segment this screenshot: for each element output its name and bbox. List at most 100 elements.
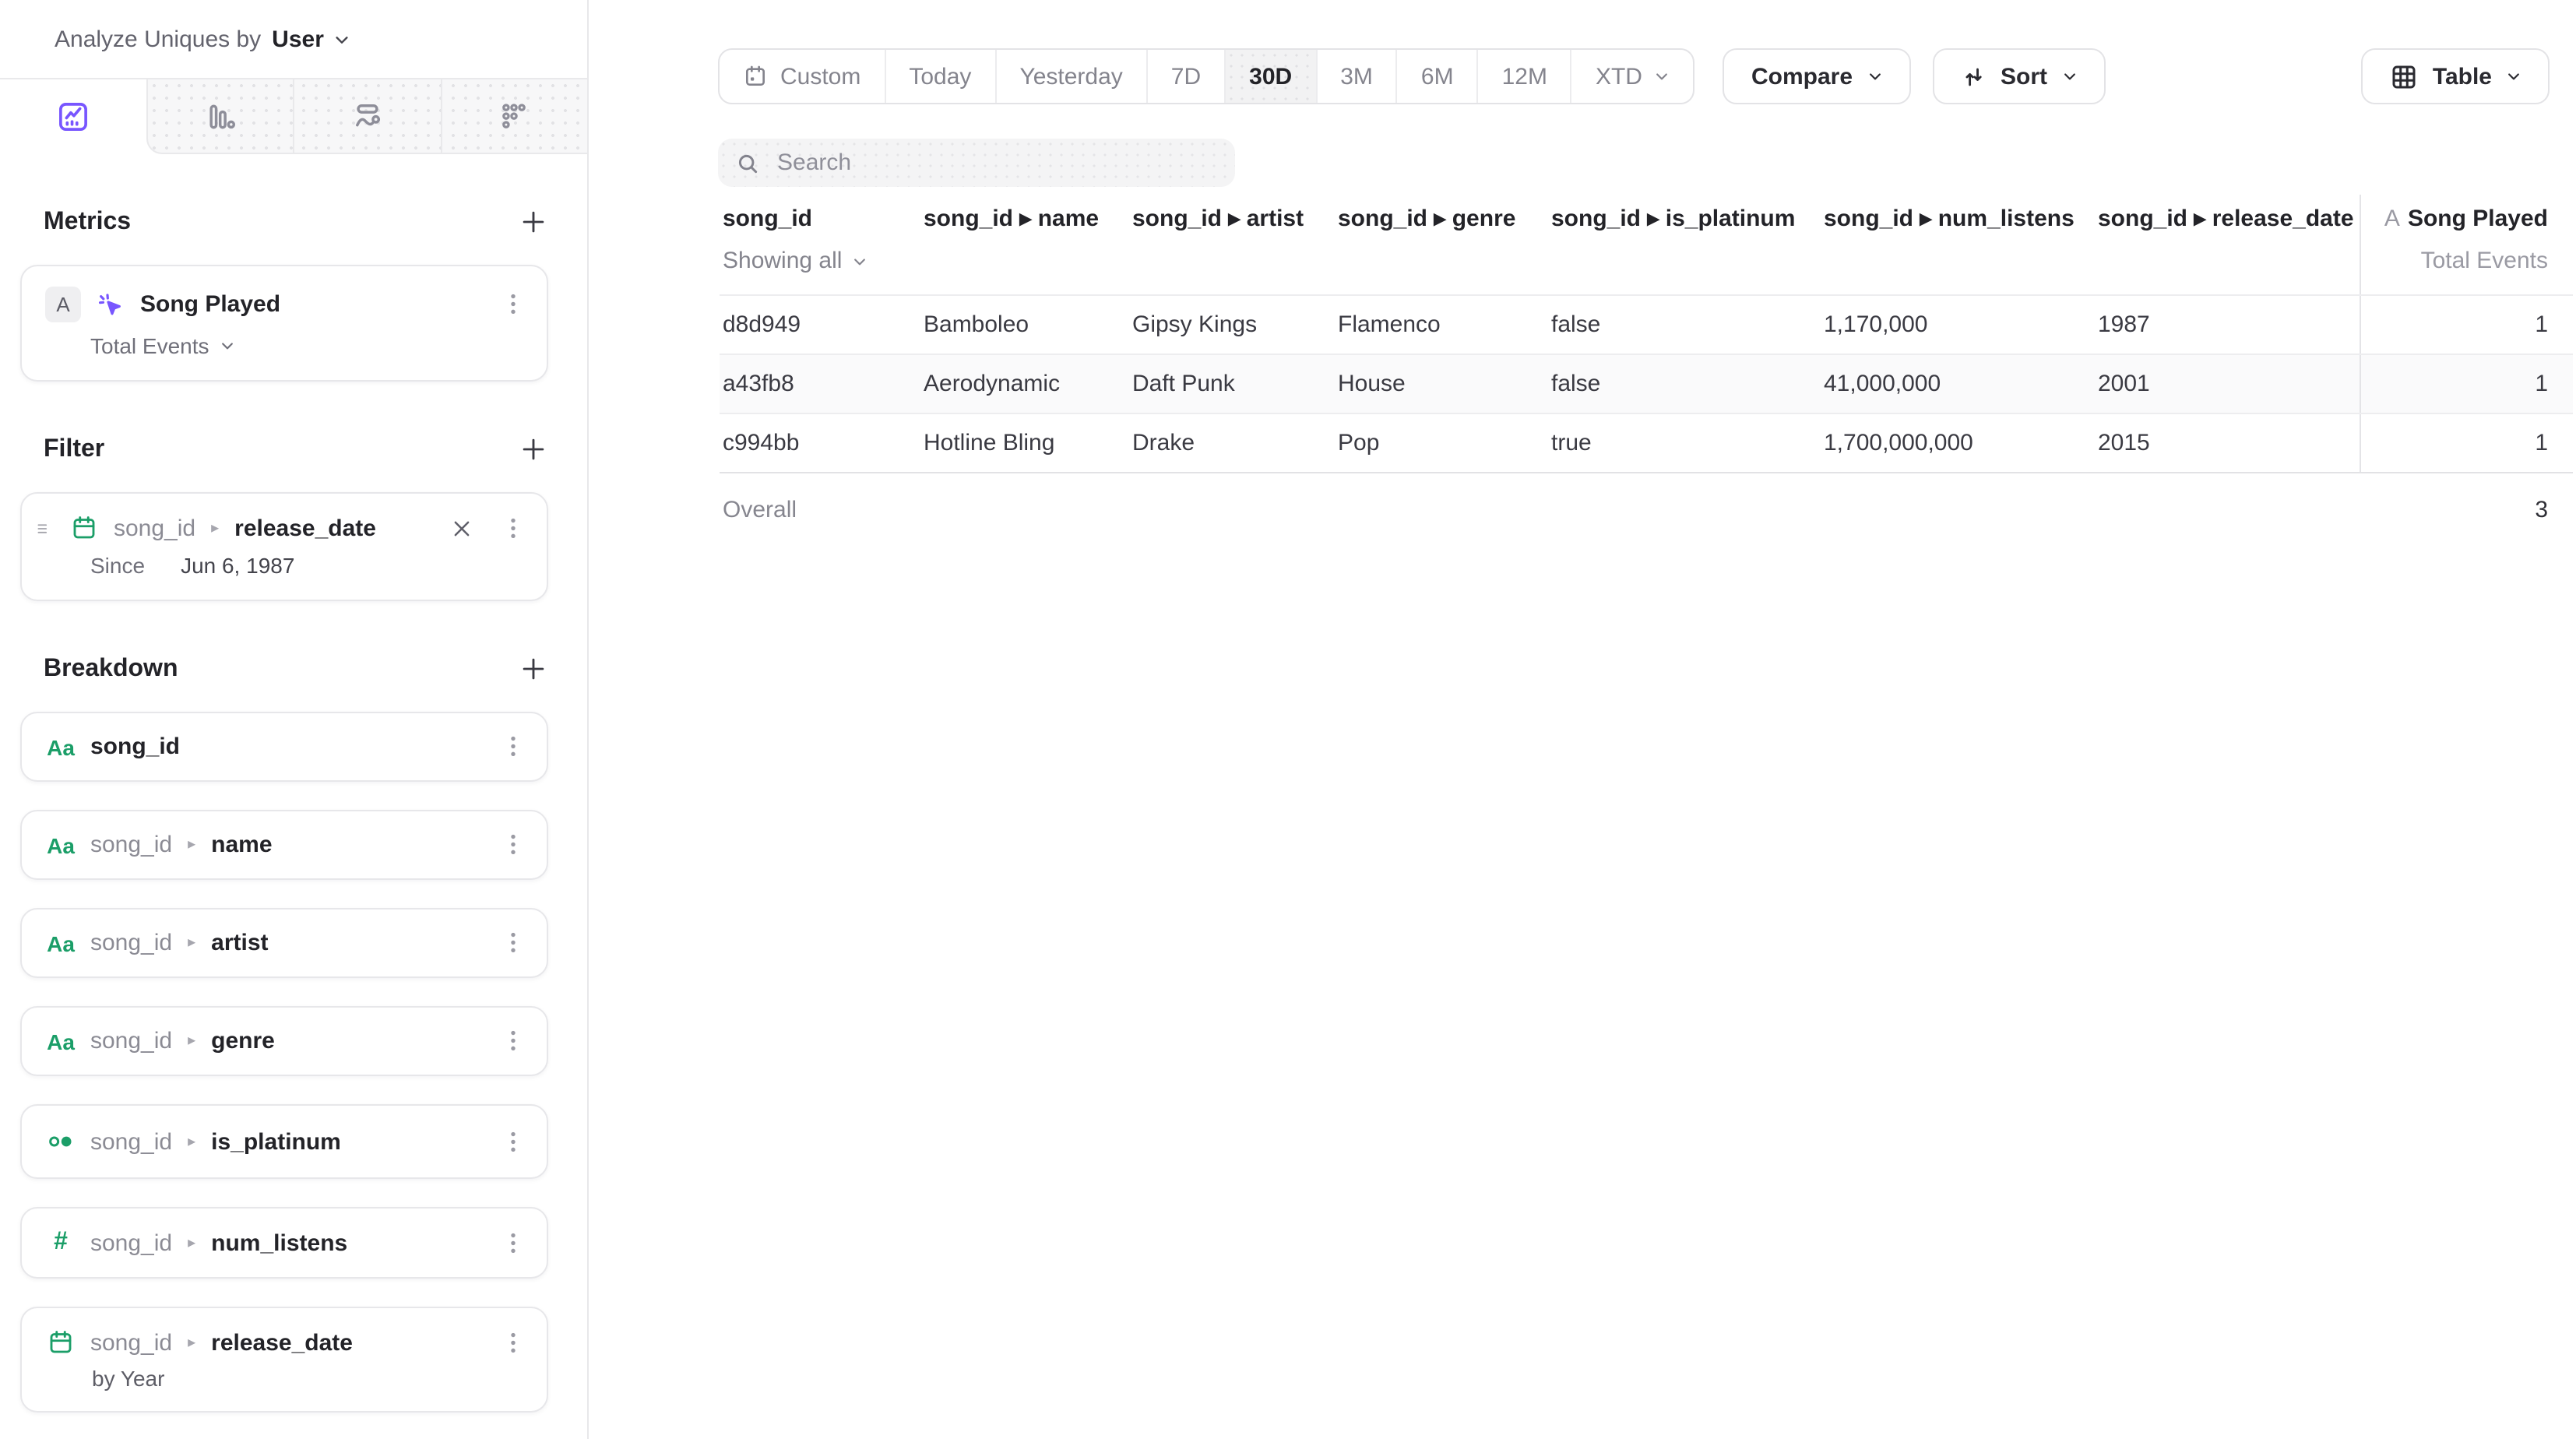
tab-bar-chart[interactable] <box>148 79 295 153</box>
aggregation-selector[interactable]: Total Events <box>22 322 547 380</box>
sort-label: Sort <box>2001 63 2047 90</box>
metric-event-name: Song Played <box>140 291 280 318</box>
breakdown-item-genre[interactable]: Aa song_id▸ genre <box>20 1006 548 1076</box>
range-custom[interactable]: Custom <box>720 50 885 103</box>
breakdown-item-num_listens[interactable]: # song_id▸ num_listens <box>20 1207 548 1279</box>
column-header[interactable]: song_id ▸ name <box>920 195 1129 294</box>
range-xtd[interactable]: XTD <box>1572 50 1694 103</box>
table-row[interactable]: c994bbHotline BlingDrakePoptrue1,700,000… <box>720 414 2573 473</box>
analysis-header: Analyze Uniques by User <box>0 0 587 78</box>
range-label: 12M <box>1502 63 1547 90</box>
filter-card[interactable]: song_id ▸ release_date Since Jun 6, 1987 <box>20 492 548 601</box>
breakdown-options-button[interactable] <box>500 832 526 858</box>
compare-button[interactable]: Compare <box>1723 48 1910 104</box>
breakdown-item-release_date[interactable]: song_id▸ release_date by Year <box>20 1307 548 1413</box>
filter-value[interactable]: Jun 6, 1987 <box>181 553 294 578</box>
metric-column-header[interactable]: ASong Played Total Events <box>2360 195 2573 294</box>
showing-all-dropdown[interactable]: Showing all <box>723 248 908 294</box>
column-header[interactable]: song_id Showing all <box>720 195 920 294</box>
breakdown-options-button[interactable] <box>500 1329 526 1356</box>
sort-button[interactable]: Sort <box>1932 48 2105 104</box>
view-label: Table <box>2433 63 2492 90</box>
range-yesterday[interactable]: Yesterday <box>996 50 1147 103</box>
text-type-icon: Aa <box>45 1029 76 1054</box>
metric-value-cell: 1 <box>2360 414 2573 472</box>
breakdown-granularity[interactable]: by Year <box>22 1356 547 1411</box>
table-cell: Hotline Bling <box>920 414 1129 472</box>
table-row[interactable]: a43fb8AerodynamicDaft PunkHousefalse41,0… <box>720 355 2573 414</box>
calendar-icon <box>743 64 768 89</box>
tab-retention[interactable] <box>442 79 587 153</box>
table-cell <box>1821 473 2095 545</box>
query-builder-sidebar: Analyze Uniques by User Metrics A <box>0 0 589 1439</box>
path-separator: ▸ <box>188 934 195 952</box>
table-search[interactable] <box>718 139 1235 187</box>
range-12m[interactable]: 12M <box>1479 50 1572 103</box>
tab-insights[interactable] <box>0 79 146 154</box>
breakdown-options-button[interactable] <box>500 1230 526 1256</box>
search-input[interactable] <box>774 148 1218 178</box>
property-name: artist <box>211 930 268 956</box>
overall-value: 3 <box>2360 473 2573 545</box>
number-type-icon: # <box>45 1229 76 1257</box>
filter-operator[interactable]: Since <box>90 553 145 578</box>
path-separator: ▸ <box>188 1234 195 1251</box>
filter-section-title: Filter <box>44 435 104 463</box>
breakdown-item-artist[interactable]: Aa song_id▸ artist <box>20 908 548 978</box>
inactive-tabs-strip <box>146 79 587 154</box>
text-type-icon: Aa <box>45 832 76 857</box>
property-parent: song_id <box>90 1128 172 1155</box>
entity-picker[interactable]: User <box>272 26 350 52</box>
breakdown-item-is_platinum[interactable]: song_id▸ is_platinum <box>20 1104 548 1179</box>
table-cell: Drake <box>1129 414 1335 472</box>
breakdown-options-button[interactable] <box>500 1028 526 1054</box>
range-today[interactable]: Today <box>885 50 996 103</box>
table-header-row: song_id Showing all song_id ▸ namesong_i… <box>720 195 2573 296</box>
add-filter-button[interactable] <box>519 435 548 464</box>
property-parent: song_id <box>90 1028 172 1054</box>
range-label: 30D <box>1249 63 1292 90</box>
property-parent: song_id <box>90 1329 172 1356</box>
tab-flow[interactable] <box>295 79 442 153</box>
view-selector-button[interactable]: Table <box>2361 48 2550 104</box>
table-cell: true <box>1548 414 1821 472</box>
metric-options-button[interactable] <box>500 291 526 318</box>
breakdown-item-name[interactable]: Aa song_id▸ name <box>20 810 548 880</box>
table-row[interactable]: d8d949BamboleoGipsy KingsFlamencofalse1,… <box>720 296 2573 355</box>
add-breakdown-button[interactable] <box>519 654 548 684</box>
property-name: name <box>211 832 272 858</box>
remove-filter-button[interactable] <box>450 516 473 540</box>
table-cell: Pop <box>1335 414 1548 472</box>
table-cell: House <box>1335 355 1548 413</box>
add-metric-button[interactable] <box>519 207 548 237</box>
column-header[interactable]: song_id ▸ artist <box>1129 195 1335 294</box>
filter-condition[interactable]: Since Jun 6, 1987 <box>22 542 547 600</box>
range-7d[interactable]: 7D <box>1148 50 1226 103</box>
breakdown-options-button[interactable] <box>500 1128 526 1155</box>
analytics-app: Analyze Uniques by User Metrics A <box>0 0 2576 1439</box>
column-header[interactable]: song_id ▸ genre <box>1335 195 1548 294</box>
table-cell <box>1335 473 1548 545</box>
flow-icon <box>350 99 385 133</box>
table-cell <box>1129 473 1335 545</box>
column-header[interactable]: song_id ▸ release_date <box>2095 195 2360 294</box>
range-label: 6M <box>1421 63 1454 90</box>
filter-options-button[interactable] <box>500 515 526 541</box>
column-header[interactable]: song_id ▸ is_platinum <box>1548 195 1821 294</box>
event-icon <box>95 289 126 320</box>
range-6m[interactable]: 6M <box>1398 50 1479 103</box>
table-cell: d8d949 <box>720 296 920 354</box>
table-cell: Aerodynamic <box>920 355 1129 413</box>
text-type-icon: Aa <box>45 931 76 955</box>
table-cell: 2001 <box>2095 355 2360 413</box>
range-3m[interactable]: 3M <box>1317 50 1398 103</box>
breakdown-options-button[interactable] <box>500 930 526 956</box>
range-30d[interactable]: 30D <box>1226 50 1317 103</box>
insights-icon <box>56 100 90 134</box>
column-header[interactable]: song_id ▸ num_listens <box>1821 195 2095 294</box>
breakdown-options-button[interactable] <box>500 734 526 760</box>
metric-card[interactable]: A Song Played Total Events <box>20 265 548 382</box>
breakdown-item-song_id[interactable]: Aa song_id <box>20 712 548 782</box>
drag-handle-icon[interactable] <box>34 518 55 538</box>
report-toolbar: Custom Today Yesterday 7D 30D 3M 6M 12M … <box>718 48 2550 104</box>
